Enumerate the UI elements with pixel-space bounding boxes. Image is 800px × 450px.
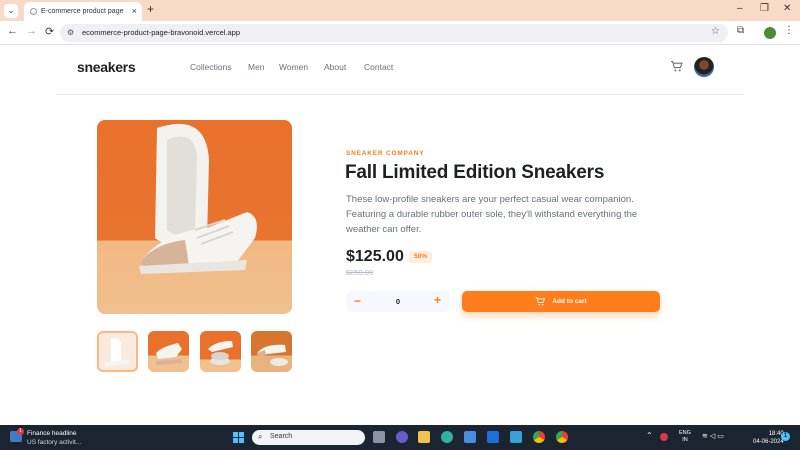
taskbar-search[interactable]: ⌕ Search: [252, 430, 365, 445]
new-tab-button[interactable]: +: [147, 2, 154, 16]
system-clock[interactable]: 18:40 04-06-2024: [753, 430, 784, 446]
news-badge: 1: [17, 428, 24, 435]
search-icon: ⌕: [258, 432, 263, 441]
windows-taskbar: 1 Finance headline US factory activit...…: [0, 425, 800, 450]
chevron-up-icon[interactable]: ⌃: [646, 431, 653, 440]
original-price: $250.00: [346, 268, 374, 277]
maximize-button[interactable]: ❐: [760, 3, 769, 14]
news-headline[interactable]: Finance headline: [27, 430, 77, 437]
chrome-profile-icon[interactable]: [556, 431, 568, 443]
browser-tab[interactable]: E-commerce product page ×: [24, 2, 142, 21]
address-bar[interactable]: ⚙ ecommerce-product-page-bravonoid.verce…: [60, 24, 728, 42]
forward-button[interactable]: →: [26, 25, 37, 37]
wifi-icon: ≋: [702, 433, 710, 440]
tab-title: E-commerce product page: [41, 8, 124, 15]
extensions-icon[interactable]: ⧉: [737, 25, 744, 36]
thumbnail-4[interactable]: [251, 331, 292, 372]
add-to-cart-label: Add to cart: [552, 298, 587, 305]
chrome-icon[interactable]: [533, 431, 545, 443]
tray-app-icon[interactable]: [660, 433, 668, 441]
add-to-cart-button[interactable]: Add to cart: [462, 291, 660, 312]
nav-about[interactable]: About: [324, 62, 346, 72]
region-code: IN: [682, 437, 688, 443]
product-title: Fall Limited Edition Sneakers: [345, 162, 605, 183]
cart-icon: [535, 297, 546, 306]
company-label: SNEAKER COMPANY: [346, 150, 425, 157]
nav-collections[interactable]: Collections: [190, 62, 232, 72]
globe-icon: [30, 8, 37, 15]
nav-men[interactable]: Men: [248, 62, 265, 72]
profile-avatar-button[interactable]: [764, 27, 776, 39]
back-button[interactable]: ←: [7, 25, 18, 37]
file-explorer-icon[interactable]: [418, 431, 430, 443]
current-price: $125.00: [346, 248, 404, 265]
minimize-button[interactable]: –: [737, 3, 743, 14]
tab-close-button[interactable]: ×: [132, 6, 137, 16]
bookmark-star-icon[interactable]: ☆: [711, 26, 720, 37]
cart-icon[interactable]: [670, 61, 683, 72]
system-tray-icons[interactable]: ≋◁▭: [702, 432, 726, 440]
chat-app-icon[interactable]: [396, 431, 408, 443]
browser-tab-strip: ⌄ E-commerce product page × + – ❐ ✕: [0, 0, 800, 21]
discount-badge: 50%: [409, 251, 433, 263]
nav-contact[interactable]: Contact: [364, 62, 393, 72]
news-subtitle[interactable]: US factory activit...: [27, 439, 81, 446]
task-view-icon[interactable]: [373, 431, 385, 443]
browser-menu-button[interactable]: ⋮: [784, 25, 794, 36]
dropbox-icon[interactable]: [487, 431, 499, 443]
weather-app-icon[interactable]: [510, 431, 522, 443]
tab-search-button[interactable]: ⌄: [4, 4, 18, 18]
language-code: ENG: [679, 430, 691, 436]
battery-icon: ▭: [717, 433, 726, 440]
url-text[interactable]: ecommerce-product-page-bravonoid.vercel.…: [82, 28, 240, 37]
product-main-image[interactable]: [97, 120, 292, 314]
browser-toolbar: ← → ⟳ ⚙ ecommerce-product-page-bravonoid…: [0, 21, 800, 45]
search-label: Search: [270, 433, 293, 440]
nav-women[interactable]: Women: [279, 62, 308, 72]
quantity-stepper: − 0 +: [346, 291, 450, 312]
user-avatar[interactable]: [694, 57, 714, 77]
language-indicator[interactable]: ENG IN: [679, 430, 691, 444]
thumbnail-3[interactable]: [200, 331, 241, 372]
site-logo[interactable]: sneakers: [77, 59, 136, 75]
window-close-button[interactable]: ✕: [783, 3, 791, 14]
header-divider: [56, 94, 744, 95]
clock-time: 18:40: [768, 431, 784, 437]
thumbnail-1[interactable]: [97, 331, 138, 372]
edge-browser-icon[interactable]: [441, 431, 453, 443]
increase-quantity-button[interactable]: +: [434, 293, 441, 307]
clock-date: 04-06-2024: [753, 439, 784, 445]
store-app-icon[interactable]: [464, 431, 476, 443]
windows-start-icon[interactable]: [233, 432, 244, 443]
thumbnail-2[interactable]: [148, 331, 189, 372]
site-info-icon[interactable]: ⚙: [67, 28, 76, 37]
product-description: These low-profile sneakers are your perf…: [346, 194, 638, 235]
reload-button[interactable]: ⟳: [45, 25, 54, 38]
notification-badge[interactable]: 1: [781, 432, 790, 441]
